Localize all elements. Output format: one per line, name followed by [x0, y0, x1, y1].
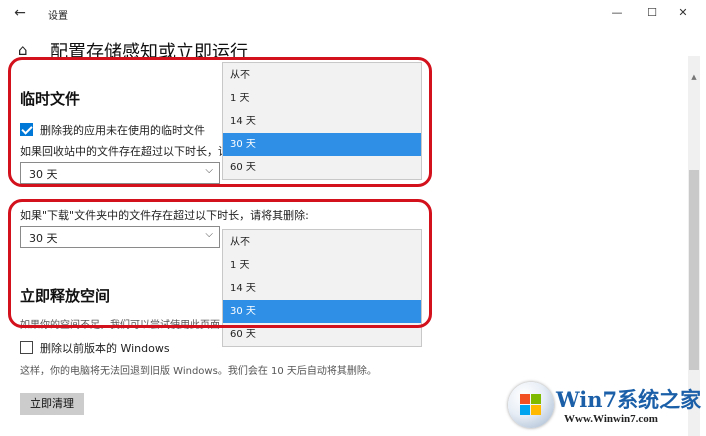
- delete-previous-windows-label: 删除以前版本的 Windows: [40, 342, 170, 355]
- window-title: 设置: [48, 11, 68, 22]
- watermark-url: Www.Winwin7.com: [564, 413, 658, 425]
- watermark-logo: Win7系统之家 Www.Winwin7.com: [508, 380, 706, 436]
- watermark-text: Win7系统之家: [556, 387, 702, 412]
- back-arrow-icon[interactable]: ←: [10, 4, 30, 22]
- maximize-button[interactable]: ☐: [637, 2, 667, 24]
- clean-now-button[interactable]: 立即清理: [20, 393, 84, 415]
- scroll-up-icon[interactable]: ▲: [688, 72, 700, 82]
- minimize-button[interactable]: —: [602, 2, 632, 24]
- delete-previous-windows-checkbox[interactable]: [20, 341, 33, 354]
- highlight-frame-bottom: [8, 199, 432, 328]
- scrollbar-thumb[interactable]: [689, 170, 699, 370]
- delete-previous-windows-note: 这样，你的电脑将无法回退到旧版 Windows。我们会在 10 天后自动将其删除…: [20, 366, 377, 377]
- highlight-frame-top: [8, 57, 432, 187]
- close-button[interactable]: ✕: [668, 2, 698, 24]
- windows-logo-icon: [508, 382, 554, 428]
- title-bar: [0, 0, 706, 28]
